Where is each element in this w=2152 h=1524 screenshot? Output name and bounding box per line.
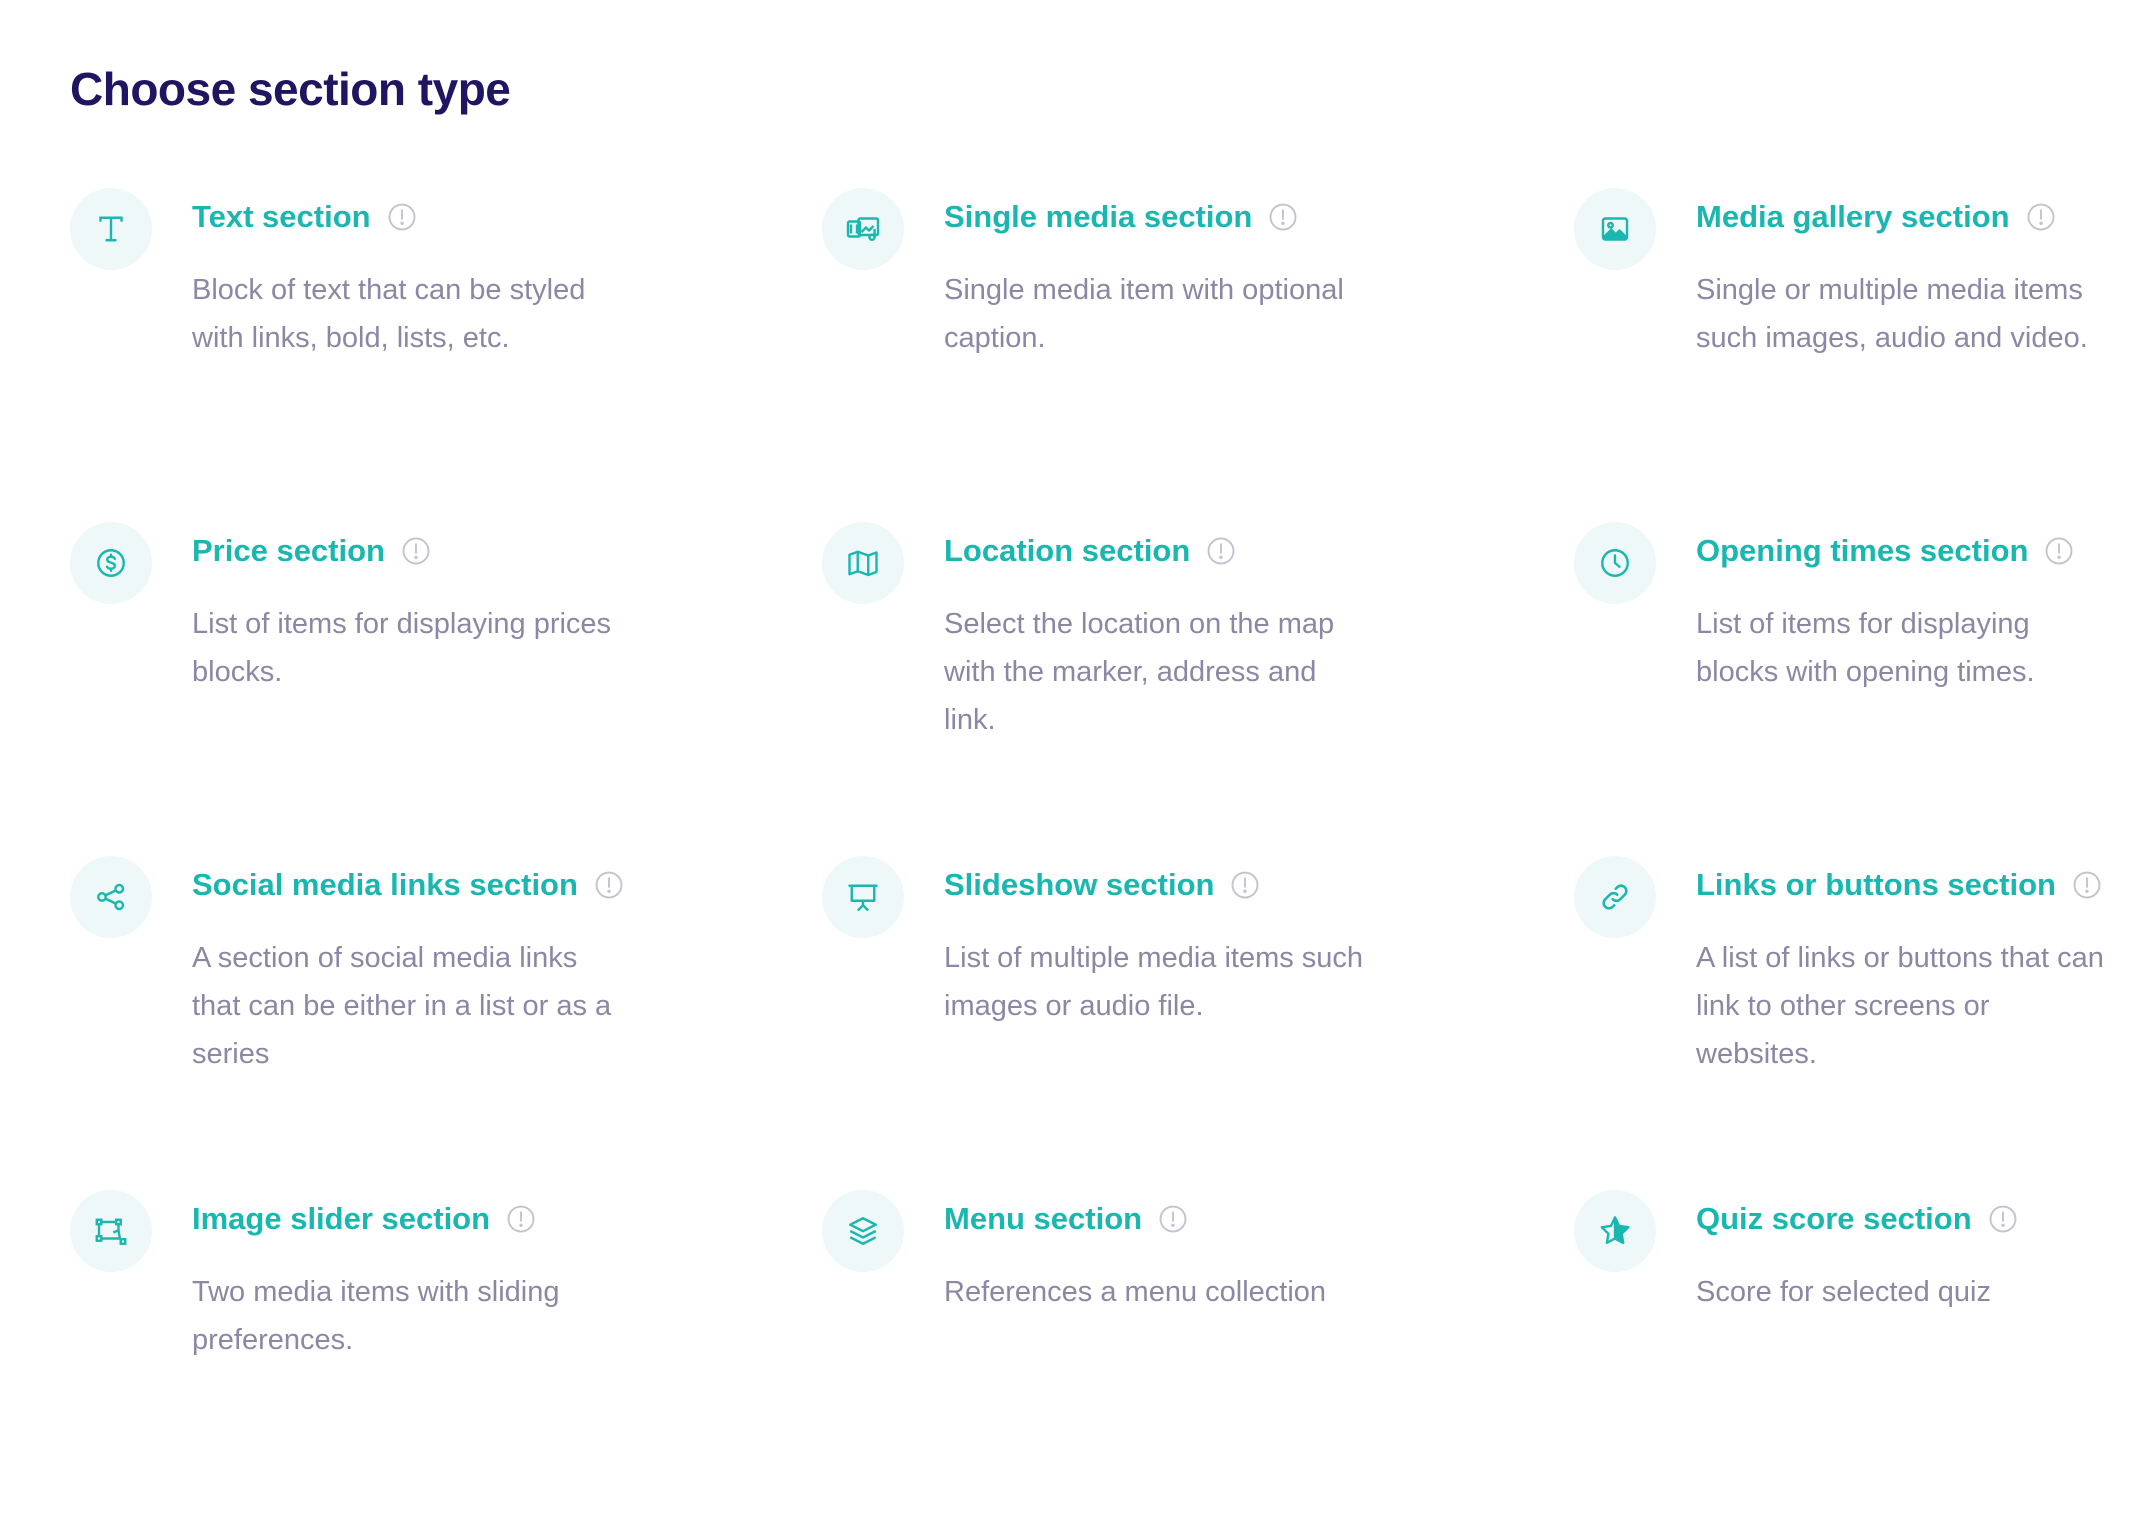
section-title: Links or buttons section <box>1696 867 2056 902</box>
section-type-grid: Text section Block of text that can be s… <box>70 188 2110 1524</box>
section-option-quiz-score[interactable]: Quiz score section Score for selected qu… <box>1574 1190 2110 1524</box>
section-option-text[interactable]: Text section Block of text that can be s… <box>70 188 822 522</box>
section-option-slideshow[interactable]: Slideshow section List of multiple media… <box>822 856 1574 1190</box>
section-description: References a menu collection <box>944 1276 1327 1308</box>
section-description: Single or multiple media items such imag… <box>1696 274 2088 354</box>
section-description: Single media item with optional caption. <box>944 274 1344 354</box>
text-icon <box>70 188 152 270</box>
info-icon[interactable] <box>1206 536 1236 566</box>
section-option-links-or-buttons[interactable]: Links or buttons section A list of links… <box>1574 856 2110 1190</box>
info-icon[interactable] <box>506 1204 536 1234</box>
info-icon[interactable] <box>594 870 624 900</box>
section-option-social-media-links[interactable]: Social media links section A section of … <box>70 856 822 1190</box>
section-title: Menu section <box>944 1201 1143 1236</box>
info-icon[interactable] <box>2072 870 2102 900</box>
info-icon[interactable] <box>2044 536 2074 566</box>
section-title: Price section <box>192 533 385 568</box>
image-icon <box>1574 188 1656 270</box>
page-title: Choose section type <box>70 63 511 115</box>
section-description: A list of links or buttons that can link… <box>1696 942 2104 1070</box>
section-option-image-slider[interactable]: Image slider section Two media items wit… <box>70 1190 822 1524</box>
section-description: List of multiple media items such images… <box>944 942 1364 1022</box>
section-option-single-media[interactable]: Single media section Single media item w… <box>822 188 1574 522</box>
layers-icon <box>822 1190 904 1272</box>
info-icon[interactable] <box>2026 202 2056 232</box>
section-title: Media gallery section <box>1696 199 2010 234</box>
section-title: Quiz score section <box>1696 1201 1972 1236</box>
section-description: Score for selected quiz <box>1696 1276 1991 1308</box>
dollar-icon <box>70 522 152 604</box>
info-icon[interactable] <box>1158 1204 1188 1234</box>
section-description: List of items for displaying prices bloc… <box>192 608 612 688</box>
section-title: Single media section <box>944 199 1253 234</box>
section-description: A section of social media links that can… <box>192 942 612 1070</box>
section-description: Two media items with sliding preferences… <box>192 1276 560 1356</box>
section-title: Slideshow section <box>944 867 1215 902</box>
info-icon[interactable] <box>387 202 417 232</box>
section-title: Location section <box>944 533 1191 568</box>
info-icon[interactable] <box>1988 1204 2018 1234</box>
info-icon[interactable] <box>1268 202 1298 232</box>
map-icon <box>822 522 904 604</box>
share-icon <box>70 856 152 938</box>
slider-icon <box>70 1190 152 1272</box>
section-description: Select the location on the map with the … <box>944 608 1335 736</box>
link-icon <box>1574 856 1656 938</box>
star-icon <box>1574 1190 1656 1272</box>
section-description: List of items for displaying blocks with… <box>1696 608 2035 688</box>
presentation-icon <box>822 856 904 938</box>
section-title: Social media links section <box>192 867 578 902</box>
clock-icon <box>1574 522 1656 604</box>
media-icon <box>822 188 904 270</box>
section-option-opening-times[interactable]: Opening times section List of items for … <box>1574 522 2110 856</box>
info-icon[interactable] <box>401 536 431 566</box>
info-icon[interactable] <box>1230 870 1260 900</box>
section-option-media-gallery[interactable]: Media gallery section Single or multiple… <box>1574 188 2110 522</box>
section-option-location[interactable]: Location section Select the location on … <box>822 522 1574 856</box>
section-title: Image slider section <box>192 1201 491 1236</box>
section-option-menu[interactable]: Menu section References a menu collectio… <box>822 1190 1574 1524</box>
section-title: Opening times section <box>1696 533 2029 568</box>
section-description: Block of text that can be styled with li… <box>192 274 586 354</box>
section-title: Text section <box>192 199 371 234</box>
section-option-price[interactable]: Price section List of items for displayi… <box>70 522 822 856</box>
